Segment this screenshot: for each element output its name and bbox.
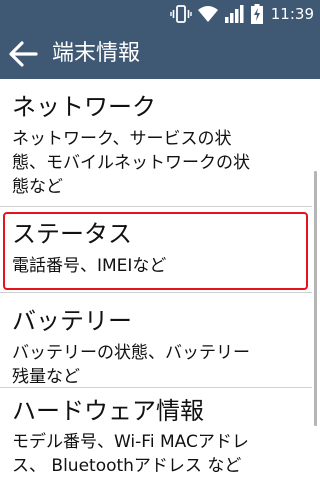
summary-line: 態、モバイルネットワークの状	[12, 153, 250, 173]
list-item-summary: バッテリーの状態、バッテリー 残量など	[12, 341, 310, 389]
summary-line: バッテリーの状態、バッテリー	[12, 343, 250, 363]
list-item-title: バッテリー	[12, 307, 132, 335]
list-item-status[interactable]: ステータス 電話番号、IMEIなど	[0, 207, 312, 291]
summary-line: 電話番号、IMEIなど	[12, 256, 167, 276]
summary-line: ス、 Bluetoothアドレス など	[12, 456, 242, 476]
list-item-battery[interactable]: バッテリー バッテリーの状態、バッテリー 残量など	[0, 293, 312, 393]
list-item-summary: ネットワーク、サービスの状 態、モバイルネットワークの状 態など	[12, 127, 310, 199]
battery-charging-icon	[251, 4, 263, 24]
page-title: 端末情報	[52, 41, 141, 66]
scrollbar[interactable]	[314, 171, 317, 426]
signal-icon	[225, 5, 244, 23]
list-item-hardware-info[interactable]: ハードウェア情報 モデル番号、Wi-Fi MACアドレ ス、 Bluetooth…	[0, 388, 312, 480]
vibrate-icon	[170, 5, 192, 23]
back-button[interactable]	[8, 40, 38, 68]
list-item-title: ステータス	[12, 220, 132, 248]
status-bar: 11:39	[0, 0, 320, 28]
list-item-title: ネットワーク	[12, 93, 156, 121]
list-item-summary: モデル番号、Wi-Fi MACアドレ ス、 Bluetoothアドレス など	[12, 430, 310, 478]
list-item-title: ハードウェア情報	[12, 397, 204, 425]
summary-line: モデル番号、Wi-Fi MACアドレ	[12, 432, 249, 452]
app-bar: 端末情報	[0, 28, 320, 79]
list-item-summary: 電話番号、IMEIなど	[12, 254, 310, 278]
summary-line: ネットワーク、サービスの状	[12, 129, 232, 149]
list-item-network[interactable]: ネットワーク ネットワーク、サービスの状 態、モバイルネットワークの状 態など	[0, 79, 312, 205]
summary-line: 態など	[12, 177, 63, 197]
summary-line: 残量など	[12, 367, 80, 387]
arrow-back-icon	[9, 41, 38, 67]
screen: 11:39 端末情報 ネットワーク ネットワーク、サービスの状 態、モバイルネッ…	[0, 0, 320, 480]
wifi-icon	[198, 6, 218, 22]
status-time: 11:39	[270, 5, 314, 23]
settings-list[interactable]: ネットワーク ネットワーク、サービスの状 態、モバイルネットワークの状 態など …	[0, 79, 320, 480]
